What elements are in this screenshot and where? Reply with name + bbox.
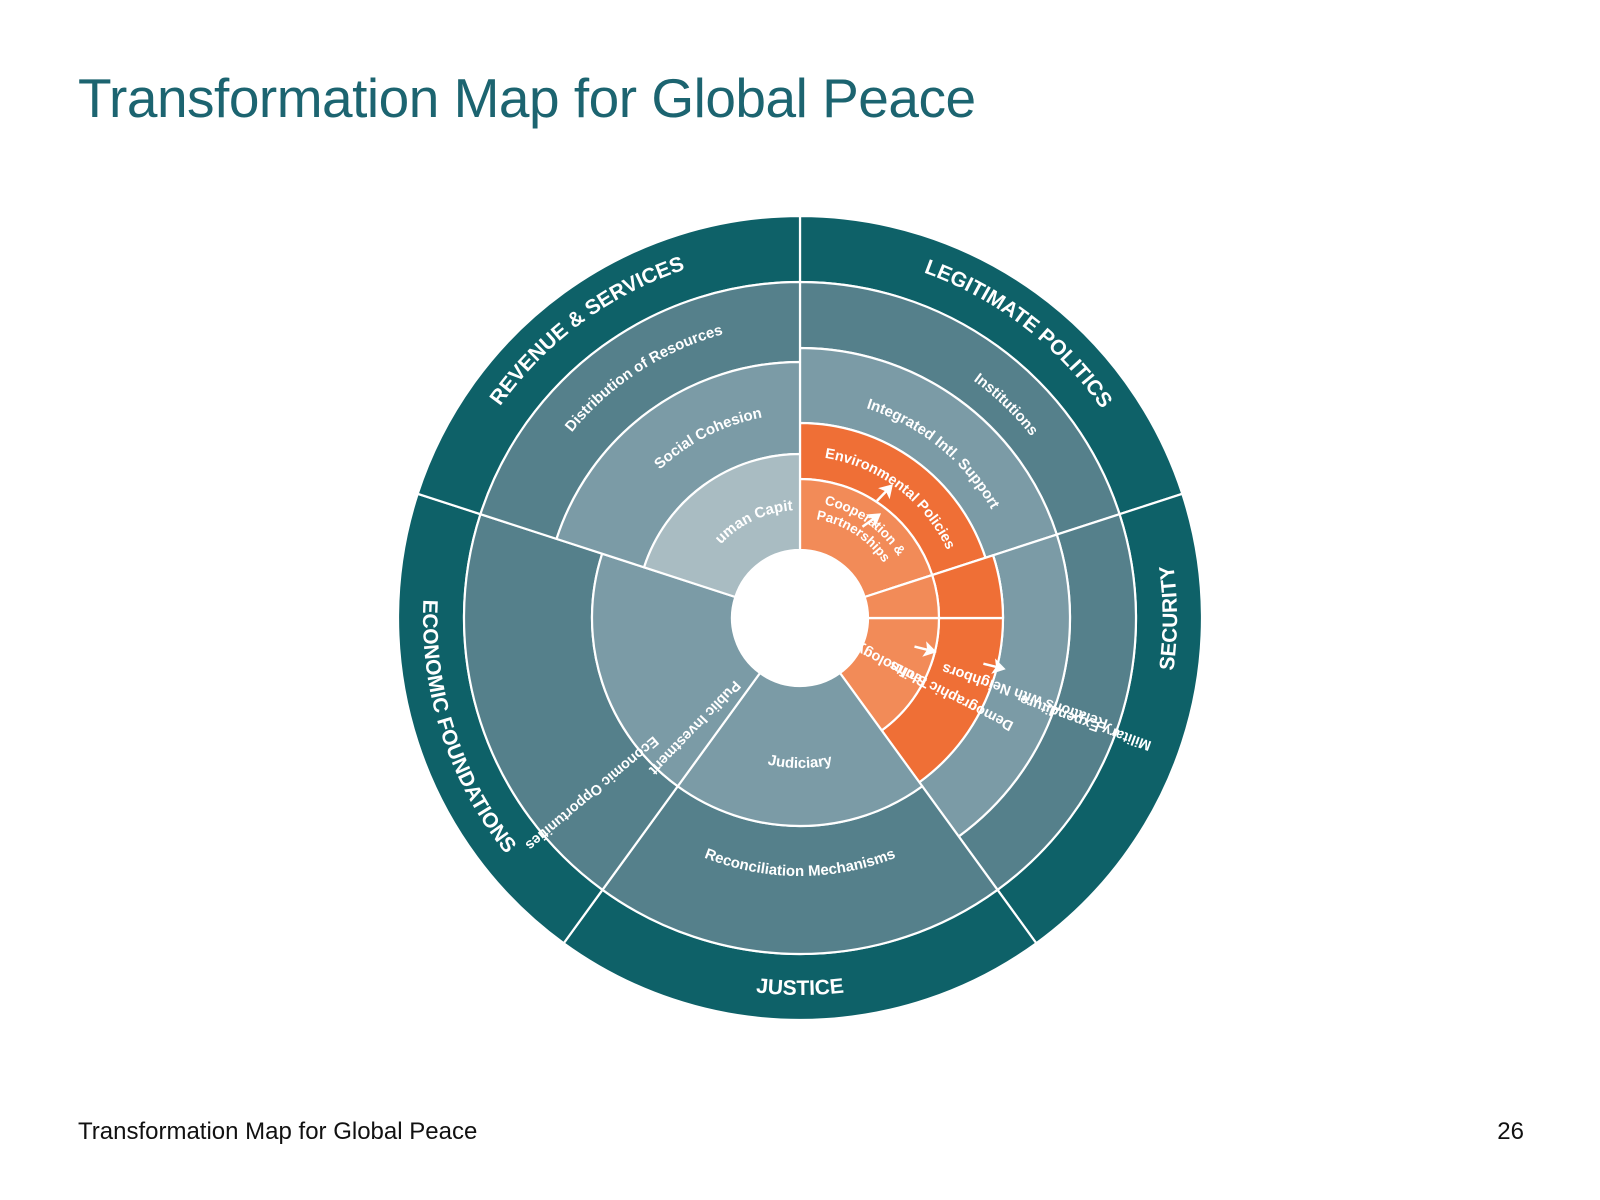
page-number: 26 xyxy=(1497,1118,1524,1145)
slide: Transformation Map for Global Peace LEGI… xyxy=(0,0,1600,1200)
security-label: SECURITY xyxy=(1155,564,1182,671)
transformation-map-diagram: LEGITIMATE POLITICSSECURITYJUSTICEECONOM… xyxy=(0,0,1204,1022)
justice-label: JUSTICE xyxy=(755,975,845,1001)
center-hole xyxy=(732,550,868,686)
footer-title: Transformation Map for Global Peace xyxy=(78,1118,478,1145)
